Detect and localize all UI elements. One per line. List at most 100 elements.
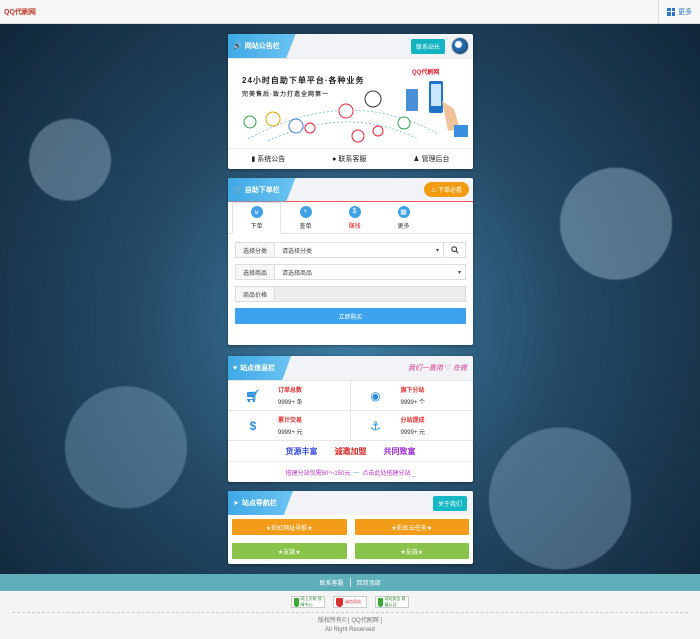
user-icon: ♟ (413, 155, 420, 163)
admin-panel-link[interactable]: ♟ 管理后台 (413, 154, 449, 164)
security-badge[interactable]: 网站安全 联盟认证 (375, 596, 409, 608)
caret-down-icon: ▾ (457, 269, 461, 276)
dollar-icon: $ (249, 418, 257, 433)
product-value: 请选择商品 (282, 270, 313, 277)
shield-icon (336, 597, 343, 607)
category-value: 请选择分类 (282, 248, 313, 255)
category-select[interactable]: 请选择分类 ▾ (275, 242, 444, 258)
contact-service-label: 联系客服 (338, 155, 367, 163)
pitch-action: 点击此处搭建分站 _ (362, 471, 416, 477)
slogan-prosper: 共同致富 (383, 446, 416, 456)
category-label: 选择分类 (235, 242, 275, 258)
contact-service-link[interactable]: ● 联系客服 (332, 154, 366, 164)
stats-panel: ♥ 站点信息栏 我们一直用 ♡ 在做 🛒︎ 订单总数 9999+ 条 ◉ 旗下分站… (228, 356, 473, 482)
tab-order[interactable]: ⊍ 下单 (232, 202, 281, 234)
category-search-button[interactable] (444, 242, 466, 258)
cart-icon: ⊍ (250, 206, 263, 218)
dollar-icon: $ (348, 205, 361, 218)
rights-text: All Right Reserved (325, 627, 375, 633)
shield-icon (378, 597, 383, 607)
notice-title-tag: 🔊 网站公告栏 (228, 34, 296, 58)
stat-trade-title: 累计交易 (278, 418, 303, 424)
shield-icon (294, 597, 299, 607)
more-label: 更多 (678, 8, 692, 16)
nav-link-rainbow-tasks[interactable]: ★彩虹云任务★ (354, 519, 469, 535)
contact-admin-button[interactable]: 联系站长 (410, 38, 445, 54)
product-select[interactable]: 请选择商品 ▾ (275, 264, 466, 280)
cart-icon: 🛒︎ (245, 388, 261, 403)
banner-logo: QQ代刷网 (412, 70, 440, 76)
footer-top-link[interactable]: 回到顶部 (357, 578, 381, 587)
fire-icon: ◉ (370, 388, 381, 403)
price-row: 商品价格 (235, 286, 466, 302)
pitch-price: 搭建分站仅需50～150元 (285, 471, 351, 477)
stat-orders-value: 9999+ 条 (278, 400, 303, 406)
category-row: 选择分类 请选择分类 ▾ (235, 242, 466, 258)
site-brand[interactable]: QQ代刷网 (0, 7, 36, 17)
grid-icon (667, 7, 675, 16)
stat-orders: 🛒︎ 订单总数 9999+ 条 (228, 381, 351, 411)
order-title: 自助下单栏 (244, 186, 280, 194)
admin-avatar[interactable] (451, 37, 469, 55)
send-icon: ➤ (233, 500, 239, 507)
banner-title: 24小时自助下单平台·各种业务 (242, 76, 365, 85)
cart-title-icon: 🛒 (233, 186, 242, 194)
banner-subtitle: 完美售后·致力打造全网第一 (242, 92, 329, 98)
system-notice-link[interactable]: ▮ 系统公告 (251, 154, 285, 164)
order-panel: 🛒 自助下单栏 ⚠ 下单必看 ⊍ 下单 ⌕ 查单 $ 赚钱 ▦ 更多 选择分类 … (228, 178, 473, 345)
about-us-button[interactable]: 关于我们 (432, 495, 467, 511)
stats-slogan: 我们一直用 ♡ 在做 (407, 365, 467, 372)
notice-banner: 24小时自助下单平台·各种业务 完美售后·致力打造全网第一 QQ代刷网 (228, 58, 473, 148)
nav-title-tag: ➤ 站点导航栏 (228, 491, 293, 515)
copyright: 版权所有© [ QQ代刷网 ] All Right Reserved (0, 617, 700, 635)
caret-down-icon: ▾ (435, 247, 439, 254)
tab-earn[interactable]: $ 赚钱 (330, 202, 379, 233)
nav-links: ★彩虹网址导航★ ★彩虹云任务★ ★友链★ ★友链★ (228, 515, 473, 563)
heart-title-icon: ♥ (233, 364, 238, 372)
tab-order-label: 下单 (250, 224, 263, 230)
stat-commission: ⚓︎ 分站提成 9999+ 元 (350, 411, 473, 441)
credit-badge[interactable]: 诚信网站 (333, 596, 367, 608)
nav-link-friend-2[interactable]: ★友链★ (354, 543, 469, 559)
product-label: 选择商品 (235, 264, 275, 280)
trade-badge[interactable]: 网上交易 保障中心 (291, 596, 325, 608)
magnifier-icon (450, 246, 459, 254)
trust-badges: 网上交易 保障中心 诚信网站 网站安全 联盟认证 (0, 591, 700, 608)
stats-title: 站点信息栏 (240, 365, 276, 372)
file-icon: ▮ (251, 155, 256, 163)
stat-orders-title: 订单总数 (278, 388, 303, 394)
tab-more[interactable]: ▦ 更多 (379, 202, 428, 233)
order-notice-button[interactable]: ⚠ 下单必看 (423, 182, 469, 197)
stat-substations-value: 9999+ 个 (400, 400, 426, 406)
notice-links: ▮ 系统公告 ● 联系客服 ♟ 管理后台 (228, 148, 473, 168)
security-badge-text: 网站安全 联盟认证 (384, 596, 406, 607)
product-row: 选择商品 请选择商品 ▾ (235, 264, 466, 280)
more-icon: ▦ (397, 205, 410, 218)
tab-query[interactable]: ⌕ 查单 (281, 202, 330, 233)
nav-link-rainbow-directory[interactable]: ★彩虹网址导航★ (232, 519, 347, 535)
notice-header: 🔊 网站公告栏 联系站长 (228, 34, 473, 58)
stats-title-tag: ♥ 站点信息栏 (228, 356, 292, 380)
build-substation-link[interactable]: 搭建分站仅需50～150元 — 点击此处搭建分站 _ (228, 461, 473, 482)
volume-icon: 🔊 (233, 43, 242, 50)
buy-now-button[interactable]: 立即购买 (235, 308, 466, 324)
tab-query-label: 查单 (299, 223, 312, 230)
footer-dashed-divider (12, 612, 688, 613)
more-menu-button[interactable]: 更多 (658, 0, 700, 24)
stat-substations: ◉ 旗下分站 9999+ 个 (350, 381, 473, 411)
system-notice-label: 系统公告 (257, 155, 286, 163)
stat-trade-value: 9999+ 元 (278, 430, 303, 436)
footer-contact-link[interactable]: 联系客服 (319, 578, 343, 587)
trade-badge-text: 网上交易 保障中心 (300, 596, 322, 607)
pitch-separator: — (353, 469, 360, 476)
stat-trade: $ 累计交易 9999+ 元 (228, 411, 351, 441)
price-field (275, 286, 466, 302)
stat-substations-title: 旗下分站 (400, 388, 425, 394)
notice-panel: 🔊 网站公告栏 联系站长 24小时自助下单平台·各种业务 完美售后·致力打造全网… (228, 34, 473, 169)
footer-divider (349, 578, 351, 587)
order-title-tag: 🛒 自助下单栏 (228, 178, 296, 202)
top-navbar: QQ代刷网 更多 (0, 0, 700, 24)
stat-commission-value: 9999+ 元 (400, 430, 426, 436)
tab-earn-label: 赚钱 (348, 223, 361, 230)
nav-link-friend-1[interactable]: ★友链★ (232, 543, 347, 559)
